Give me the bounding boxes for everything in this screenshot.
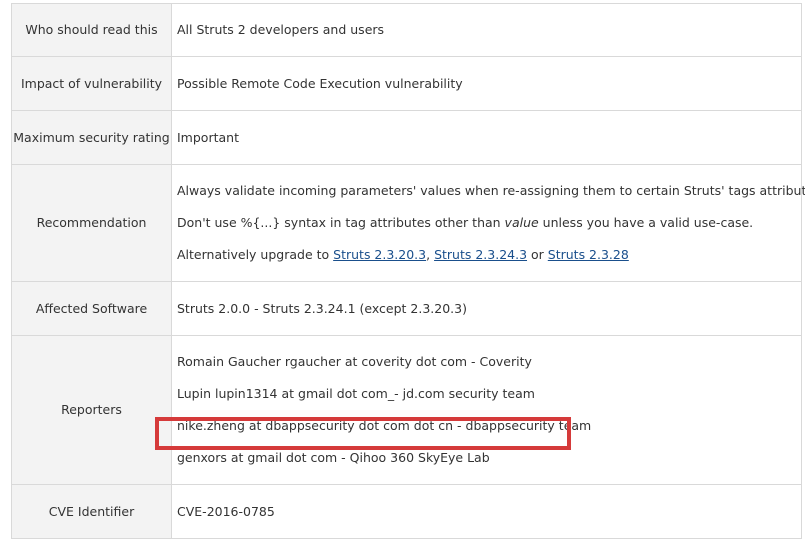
value-emphasis: value [504, 215, 539, 230]
reporter-item: Romain Gaucher rgaucher at coverity dot … [177, 354, 532, 369]
recommendation-text: unless you have a valid use-case. [538, 215, 754, 230]
row-label: Reporters [11, 335, 172, 485]
recommendation-text: Alternatively upgrade to [177, 247, 334, 262]
recommendation-cell: Always validate incoming parameters' val… [171, 164, 805, 282]
row-label: CVE Identifier [11, 484, 172, 539]
row-label: Impact of vulnerability [11, 56, 172, 111]
row-value: CVE-2016-0785 [171, 484, 802, 539]
row-value: All Struts 2 developers and users [171, 3, 802, 57]
row-label: Recommendation [11, 164, 172, 282]
recommendation-text: Don't use %{...} syntax in tag attribute… [177, 215, 505, 230]
table-row: Reporters Romain Gaucher rgaucher at cov… [11, 335, 802, 485]
row-label: Affected Software [11, 281, 172, 336]
table-row: Who should read this All Struts 2 develo… [11, 3, 802, 57]
recommendation-line-1: Always validate incoming parameters' val… [177, 183, 805, 198]
row-value: Possible Remote Code Execution vulnerabi… [171, 56, 802, 111]
advisory-table: Who should read this All Struts 2 develo… [11, 3, 805, 539]
table-row: Recommendation Always validate incoming … [11, 164, 805, 282]
reporter-item: genxors at gmail dot com - Qihoo 360 Sky… [177, 450, 490, 465]
struts-2-3-24-3-link[interactable]: Struts 2.3.24.3 [434, 247, 527, 262]
row-value: Important [171, 110, 802, 165]
row-label: Who should read this [11, 3, 172, 57]
separator-text: or [527, 247, 548, 262]
table-row: Maximum security rating Important [11, 110, 802, 165]
reporter-item: nike.zheng at dbappsecurity dot com dot … [177, 418, 592, 433]
table-row: CVE Identifier CVE-2016-0785 [11, 484, 802, 539]
struts-2-3-28-link[interactable]: Struts 2.3.28 [548, 247, 629, 262]
recommendation-line-3: Alternatively upgrade to Struts 2.3.20.3… [177, 246, 801, 264]
recommendation-line-2: Don't use %{...} syntax in tag attribute… [177, 214, 801, 232]
table-row: Affected Software Struts 2.0.0 - Struts … [11, 281, 802, 336]
row-label: Maximum security rating [11, 110, 172, 165]
table-row: Impact of vulnerability Possible Remote … [11, 56, 802, 111]
row-value: Struts 2.0.0 - Struts 2.3.24.1 (except 2… [171, 281, 802, 336]
reporter-item: Lupin lupin1314 at gmail dot com_- jd.co… [177, 386, 535, 401]
struts-2-3-20-3-link[interactable]: Struts 2.3.20.3 [333, 247, 426, 262]
reporters-cell: Romain Gaucher rgaucher at coverity dot … [171, 335, 802, 485]
separator-text: , [426, 247, 435, 262]
